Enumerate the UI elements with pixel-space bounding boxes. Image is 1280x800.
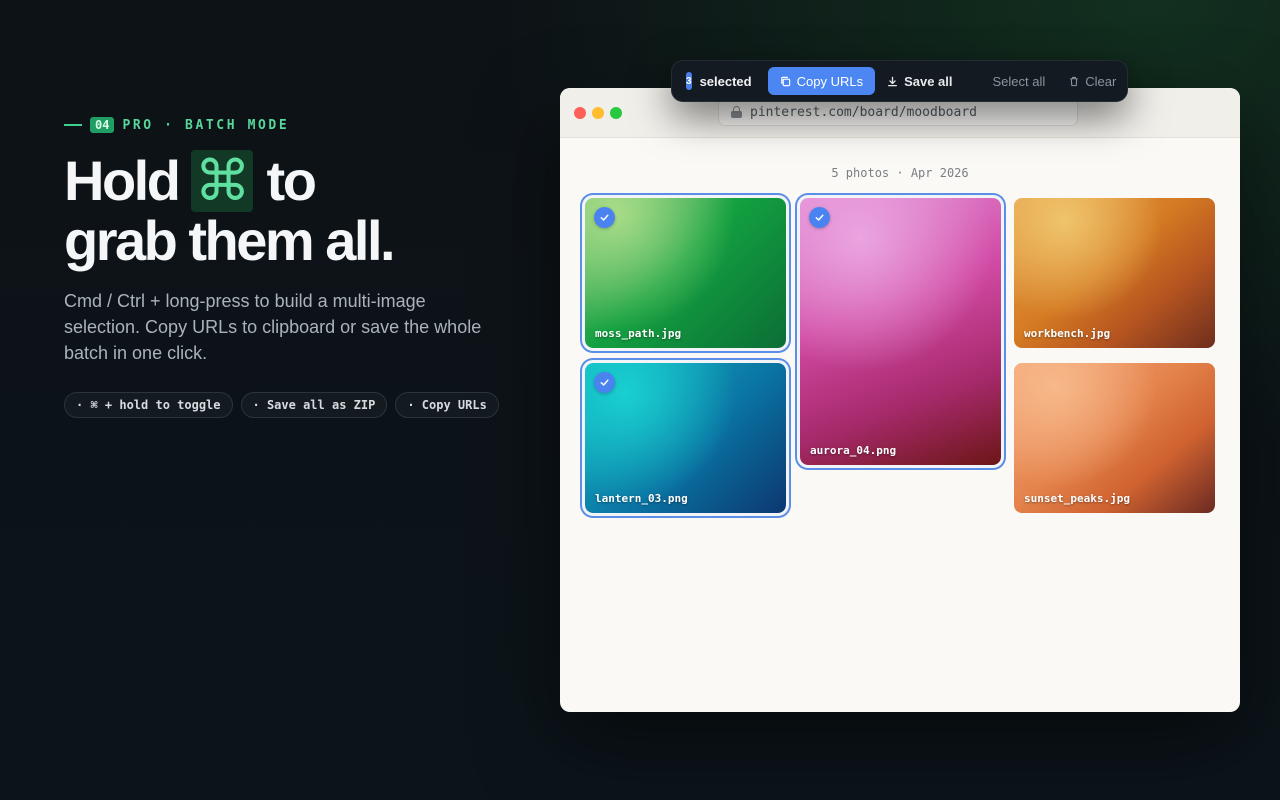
photo-tile-moss-path[interactable]: moss_path.jpg xyxy=(582,195,789,351)
chip-save-zip: · Save all as ZIP xyxy=(240,392,388,418)
trash-icon xyxy=(1069,76,1079,87)
close-window-button[interactable] xyxy=(574,107,586,119)
checkmark-icon xyxy=(809,207,830,228)
eyebrow-text: PRO · BATCH MODE xyxy=(122,117,290,133)
clear-label: Clear xyxy=(1085,73,1117,89)
command-key-icon: ⌘ xyxy=(191,150,254,212)
address-bar[interactable]: pinterest.com/board/moodboard xyxy=(718,98,1078,126)
download-icon xyxy=(887,76,898,87)
hero-description: Cmd / Ctrl + long-press to build a multi… xyxy=(64,291,482,363)
headline-part2: to xyxy=(266,149,317,212)
maximize-window-button[interactable] xyxy=(610,107,622,119)
selection-toolbar: 3 selected Copy URLs Save all Select all… xyxy=(671,60,1128,102)
url-text: pinterest.com/board/moodboard xyxy=(750,104,977,120)
photo-filename: aurora_04.png xyxy=(810,444,897,457)
photo-count: 5 photos · Apr 2026 xyxy=(831,166,969,180)
lock-icon xyxy=(731,106,742,118)
photo-filename: workbench.jpg xyxy=(1024,327,1111,340)
minimize-window-button[interactable] xyxy=(592,107,604,119)
photo-tile-sunset-peaks[interactable]: sunset_peaks.jpg xyxy=(1014,363,1215,513)
eyebrow-line xyxy=(64,124,82,126)
headline-line2: grab them all. xyxy=(64,209,396,272)
checkmark-icon xyxy=(594,207,615,228)
photo-tile-aurora[interactable]: aurora_04.png xyxy=(797,195,1004,468)
photo-filename: sunset_peaks.jpg xyxy=(1024,492,1130,505)
feature-chips: · ⌘ + hold to toggle · Save all as ZIP ·… xyxy=(64,392,514,418)
checkmark-icon xyxy=(594,372,615,393)
save-all-button[interactable]: Save all xyxy=(875,67,964,95)
headline: Hold ⌘ to grab them all. xyxy=(64,150,514,270)
photo-filename: lantern_03.png xyxy=(595,492,688,505)
copy-urls-label: Copy URLs xyxy=(796,73,864,89)
photo-filename: moss_path.jpg xyxy=(595,327,682,340)
chip-hold-toggle: · ⌘ + hold to toggle xyxy=(64,392,233,418)
copy-urls-button[interactable]: Copy URLs xyxy=(767,67,876,95)
browser-window: pinterest.com/board/moodboard 5 photos ·… xyxy=(560,88,1240,712)
clear-button[interactable]: Clear xyxy=(1057,67,1128,95)
select-all-label: Select all xyxy=(992,73,1046,89)
eyebrow: 04 PRO · BATCH MODE xyxy=(64,116,514,134)
photo-tile-lantern[interactable]: lantern_03.png xyxy=(582,360,789,516)
selected-count-badge: 3 xyxy=(686,72,692,90)
select-all-button[interactable]: Select all xyxy=(981,67,1058,95)
save-all-label: Save all xyxy=(904,73,953,89)
chip-copy-urls: · Copy URLs xyxy=(395,392,499,418)
photo-tile-workbench[interactable]: workbench.jpg xyxy=(1014,198,1215,348)
hero-section: 04 PRO · BATCH MODE Hold ⌘ to grab them … xyxy=(64,116,514,418)
copy-icon xyxy=(780,76,791,87)
headline-part1: Hold xyxy=(64,149,181,212)
eyebrow-number: 04 xyxy=(90,117,115,133)
selected-label: selected xyxy=(699,73,752,89)
